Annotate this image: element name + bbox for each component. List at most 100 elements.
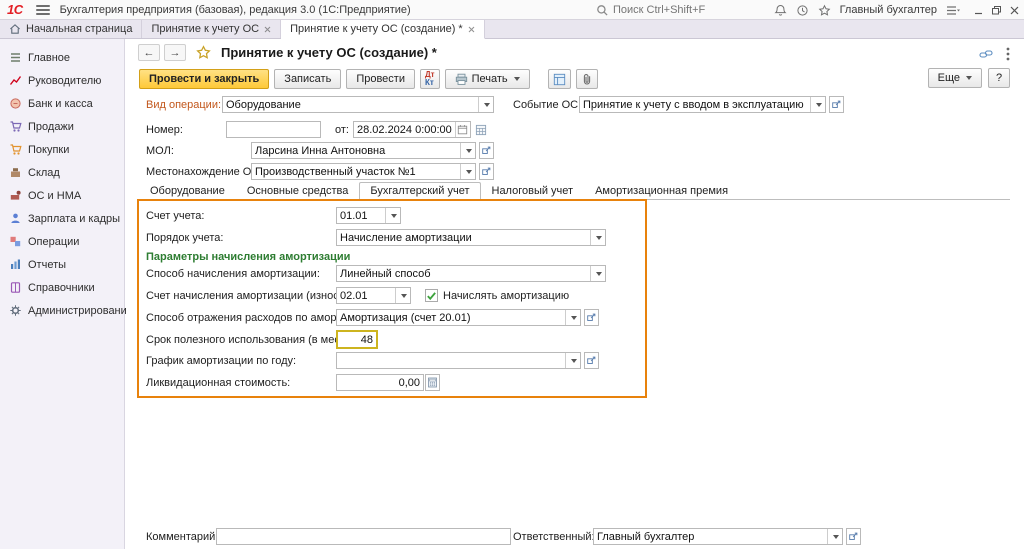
depreciation-account-field[interactable] [336,287,411,304]
open-item-button[interactable] [479,142,494,159]
help-button[interactable]: ? [988,68,1010,88]
sidebar-item-reports[interactable]: Отчеты [0,253,124,276]
open-item-button[interactable] [479,163,494,180]
write-button[interactable]: Записать [274,69,341,89]
sidebar-item-warehouse[interactable]: Склад [0,161,124,184]
sidebar-item-fixed-assets[interactable]: ОС и НМА [0,184,124,207]
salvage-value-input[interactable] [337,375,423,390]
open-item-button[interactable] [584,309,599,326]
favorite-star-icon[interactable] [196,45,211,60]
attachments-button[interactable] [576,69,598,89]
accrue-depreciation-checkbox[interactable]: Начислять амортизацию [425,289,569,302]
dropdown-button[interactable] [810,97,825,112]
accounting-order-field[interactable] [336,229,606,246]
dropdown-button[interactable] [565,310,580,325]
main-menu-icon[interactable] [36,5,50,15]
minimize-icon[interactable] [973,5,984,16]
dropdown-button[interactable] [460,164,475,179]
mol-input[interactable] [252,143,460,158]
numerator-settings-icon[interactable] [474,121,489,138]
depreciation-account-input[interactable] [337,288,395,303]
tab-depreciation-bonus[interactable]: Амортизационная премия [584,182,739,199]
dropdown-button[interactable] [460,143,475,158]
post-and-close-button[interactable]: Провести и закрыть [139,69,269,89]
sidebar-item-operations[interactable]: Операции [0,230,124,253]
sidebar-item-references[interactable]: Справочники [0,276,124,299]
tab-fixed-assets[interactable]: Основные средства [236,182,360,199]
sidebar-item-payroll-hr[interactable]: Зарплата и кадры [0,207,124,230]
operation-type-input[interactable] [223,97,478,112]
salvage-value-field[interactable] [336,374,424,391]
dropdown-button[interactable] [565,353,580,368]
post-button[interactable]: Провести [346,69,415,89]
depreciation-method-field[interactable] [336,265,606,282]
dropdown-button[interactable] [827,529,842,544]
dropdown-button[interactable] [590,230,605,245]
account-field[interactable] [336,207,401,224]
open-item-button[interactable] [829,96,844,113]
date-field[interactable] [353,121,471,138]
os-event-field[interactable] [579,96,826,113]
sidebar-item-manager[interactable]: Руководителю [0,69,124,92]
sidebar-item-purchases[interactable]: Покупки [0,138,124,161]
dropdown-button[interactable] [385,208,400,223]
sidebar-item-bank-cash[interactable]: Банк и касса [0,92,124,115]
number-field[interactable] [226,121,321,138]
dropdown-button[interactable] [590,266,605,281]
mol-field[interactable] [251,142,476,159]
accounting-order-input[interactable] [337,230,590,245]
calendar-icon[interactable] [455,122,470,137]
location-input[interactable] [252,164,460,179]
account-input[interactable] [337,208,385,223]
os-event-input[interactable] [580,97,810,112]
kebab-menu-icon[interactable] [1006,47,1010,61]
useful-life-field[interactable] [336,330,378,349]
operation-type-field[interactable] [222,96,494,113]
dropdown-button[interactable] [395,288,410,303]
open-item-button[interactable] [584,352,599,369]
close-tab-icon[interactable] [264,26,271,33]
service-menu-icon[interactable] [946,5,960,16]
back-button[interactable]: ← [138,44,160,61]
show-postings-button[interactable]: ДтКт [420,69,440,89]
get-link-icon[interactable] [979,48,993,60]
favorites-star-icon[interactable] [818,4,831,17]
schedule-field[interactable] [336,352,581,369]
expense-method-input[interactable] [337,310,565,325]
global-search[interactable] [596,0,763,20]
comment-field[interactable] [216,528,511,545]
dropdown-button[interactable] [478,97,493,112]
responsible-input[interactable] [594,529,827,544]
create-based-on-button[interactable] [548,69,571,89]
close-window-icon[interactable] [1009,5,1020,16]
notifications-bell-icon[interactable] [774,4,787,17]
tab-equipment[interactable]: Оборудование [139,182,236,199]
date-input[interactable] [354,122,455,137]
expense-method-field[interactable] [336,309,581,326]
sidebar-item-administration[interactable]: Администрирование [0,299,124,322]
restore-window-icon[interactable] [991,5,1002,16]
sidebar-item-sales[interactable]: Продажи [0,115,124,138]
forward-button[interactable]: → [164,44,186,61]
comment-input[interactable] [217,529,510,544]
print-button[interactable]: Печать [445,69,530,89]
depreciation-method-input[interactable] [337,266,590,281]
useful-life-input[interactable] [338,332,376,347]
close-tab-icon[interactable] [468,26,475,33]
schedule-input[interactable] [337,353,565,368]
tab-os-acceptance-create[interactable]: Принятие к учету ОС (создание) * [281,20,485,39]
current-user[interactable]: Главный бухгалтер [840,4,937,16]
number-input[interactable] [227,122,320,137]
tab-accounting[interactable]: Бухгалтерский учет [359,182,480,200]
location-field[interactable] [251,163,476,180]
more-button[interactable]: Еще [928,68,982,88]
tab-tax-accounting[interactable]: Налоговый учет [481,182,585,199]
open-item-button[interactable] [846,528,861,545]
calculator-icon[interactable] [425,374,440,391]
tab-home[interactable]: Начальная страница [0,20,142,38]
search-input[interactable] [613,4,763,16]
history-icon[interactable] [796,4,809,17]
responsible-field[interactable] [593,528,843,545]
sidebar-item-main[interactable]: Главное [0,46,124,69]
tab-os-acceptance-list[interactable]: Принятие к учету ОС [142,20,281,38]
